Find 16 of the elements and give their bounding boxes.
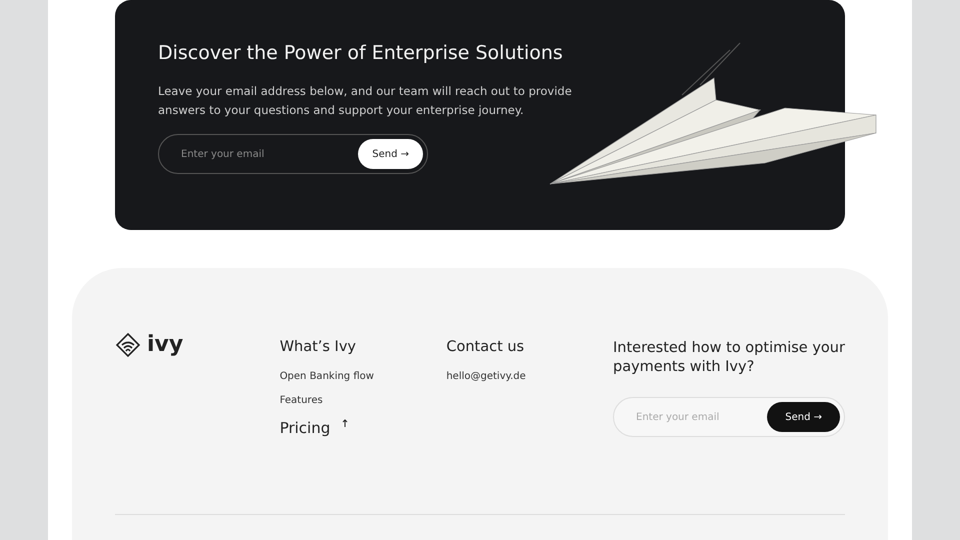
footer-link[interactable]: Pricing (280, 419, 330, 437)
column-heading: Contact us (446, 339, 526, 355)
email-field[interactable]: Enter your email Send → (158, 134, 428, 174)
logo-icon (115, 332, 141, 358)
footer-link[interactable]: Open Banking flow (280, 369, 374, 385)
arrow-up-icon (342, 419, 348, 427)
footer-link[interactable]: hello@getivy.de (446, 369, 526, 385)
newsletter-heading: Interested how to optimise your payments with Ivy? (613, 339, 845, 377)
logo-text: ivy (147, 332, 184, 358)
send-button[interactable]: Send → (767, 402, 840, 432)
cta-description: Leave your email address below, and our team will reach out to provide answers to your questions and support your enterprise journey. (158, 83, 573, 119)
email-field[interactable]: Enter your email Send → (613, 397, 845, 437)
footer-link[interactable]: Features (280, 393, 323, 409)
send-button[interactable]: Send → (358, 139, 423, 169)
column-heading: What’s Ivy (280, 339, 357, 355)
cta-title: Discover the Power of Enterprise Solutions (158, 42, 564, 64)
